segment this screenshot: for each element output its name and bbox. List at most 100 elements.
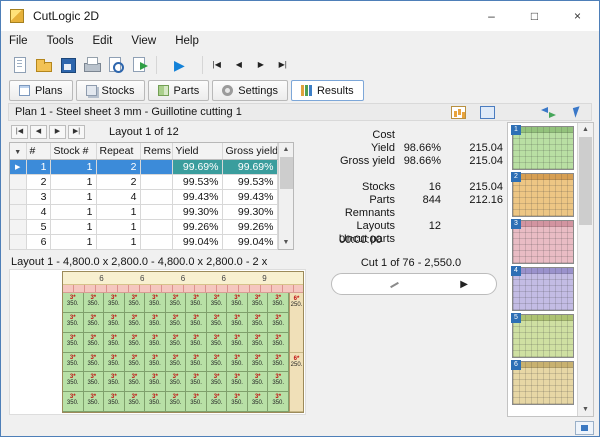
cell-rems[interactable] — [140, 174, 173, 190]
part-cell[interactable]: 3* 350. — [247, 392, 269, 412]
part-cell[interactable]: 3* 350. — [268, 332, 289, 353]
new-button[interactable] — [7, 53, 31, 77]
cell-number[interactable]: 3 — [26, 189, 51, 205]
layout-thumbnail[interactable]: 2 — [511, 172, 574, 217]
scroll-down-icon[interactable]: ▼ — [279, 236, 294, 249]
cell-gross-yield[interactable]: 99.30% — [222, 204, 278, 220]
part-cell[interactable]: 3* 350. — [206, 312, 228, 333]
part-cell[interactable]: 3* 350. — [227, 332, 248, 353]
cell-number[interactable]: 2 — [26, 174, 51, 190]
part-cell[interactable]: 3* 350. — [186, 293, 207, 313]
cell-repeat[interactable]: 1 — [96, 234, 141, 250]
pointer-icon[interactable] — [570, 106, 585, 119]
part-cell[interactable]: 3* 350. — [227, 312, 248, 333]
tab-stocks[interactable]: Stocks — [75, 80, 145, 101]
layout-thumbnail[interactable]: 1 — [511, 125, 574, 170]
part-cell[interactable]: 3* 350. — [145, 392, 166, 412]
part-cell[interactable]: 3* 350. — [145, 293, 166, 313]
run-optimization-button[interactable]: ▶ — [174, 53, 185, 77]
menu-file[interactable]: File — [1, 31, 36, 51]
row-selector-cell[interactable]: ▶ — [10, 159, 27, 175]
part-cell[interactable]: 3* 350. — [206, 372, 228, 393]
cell-rems[interactable] — [140, 204, 173, 220]
menu-edit[interactable]: Edit — [85, 31, 121, 51]
table-row[interactable]: 2 1 2 99.53% 99.53% — [10, 174, 278, 190]
table-row[interactable]: ▶ 1 1 2 99.69% 99.69% — [10, 159, 278, 175]
layout-next-button[interactable]: ▶ — [49, 124, 66, 139]
cell-rems[interactable] — [140, 219, 173, 235]
column-rems[interactable]: Rems — [140, 143, 173, 160]
part-cell[interactable]: 3* 350. — [268, 312, 289, 333]
menu-view[interactable]: View — [123, 31, 164, 51]
edge-cell[interactable]: 6* 250. — [290, 293, 303, 353]
thumbnails-scrollbar[interactable]: ▲ ▼ — [577, 123, 593, 416]
part-cell[interactable]: 3* 350. — [124, 332, 146, 353]
part-cell[interactable]: 3* 350. — [83, 312, 105, 333]
part-cell[interactable]: 3* 350. — [165, 332, 187, 353]
part-cell[interactable]: 3* 350. — [145, 372, 166, 393]
column-number[interactable]: # — [26, 143, 51, 160]
part-cell[interactable]: 3* 350. — [145, 352, 166, 373]
open-button[interactable] — [31, 53, 55, 77]
part-cell[interactable]: 3* 350. — [124, 312, 146, 333]
scroll-up-icon[interactable]: ▲ — [578, 123, 593, 136]
part-cell[interactable]: 3* 350. — [63, 312, 84, 333]
part-cell[interactable]: 3* 350. — [227, 352, 248, 373]
statistics-icon[interactable] — [451, 105, 466, 119]
column-yield[interactable]: Yield — [172, 143, 223, 160]
cell-stock[interactable]: 1 — [50, 234, 97, 250]
cell-yield[interactable]: 99.69% — [172, 159, 223, 175]
part-cell[interactable]: 3* 350. — [145, 312, 166, 333]
row-selector-cell[interactable] — [10, 219, 27, 235]
layout-diagram[interactable]: 66669 3* 350. 3* 350. 3* 350. 3* 350. 3* 350. 3* 35… — [62, 271, 304, 413]
column-repeat[interactable]: Repeat — [96, 143, 141, 160]
row-selector-cell[interactable] — [10, 189, 27, 205]
cell-stock[interactable]: 1 — [50, 189, 97, 205]
layout-thumbnail[interactable]: 3 — [511, 219, 574, 264]
cell-repeat[interactable]: 1 — [96, 219, 141, 235]
cell-gross-yield[interactable]: 99.43% — [222, 189, 278, 205]
nav-next-button[interactable]: ▶ — [252, 56, 270, 74]
part-cell[interactable]: 3* 350. — [104, 392, 125, 412]
part-cell[interactable]: 3* 350. — [186, 372, 207, 393]
tab-results[interactable]: Results — [290, 80, 364, 101]
cell-rems[interactable] — [140, 234, 173, 250]
part-cell[interactable]: 3* 350. — [186, 352, 207, 373]
part-cell[interactable]: 3* 350. — [104, 293, 125, 313]
menu-help[interactable]: Help — [167, 31, 207, 51]
row-selector-cell[interactable] — [10, 234, 27, 250]
cell-repeat[interactable]: 2 — [96, 174, 141, 190]
scrollbar-thumb[interactable] — [579, 137, 592, 225]
part-cell[interactable]: 3* 350. — [83, 352, 105, 373]
part-cell[interactable]: 3* 350. — [227, 392, 248, 412]
maximize-button[interactable]: □ — [513, 1, 556, 31]
column-gross-yield[interactable]: Gross yield — [222, 143, 278, 160]
part-cell[interactable]: 3* 350. — [165, 372, 187, 393]
scroll-up-icon[interactable]: ▲ — [279, 143, 294, 156]
cell-gross-yield[interactable]: 99.53% — [222, 174, 278, 190]
part-cell[interactable]: 3* 350. — [104, 372, 125, 393]
part-cell[interactable]: 3* 350. — [165, 312, 187, 333]
cell-stock[interactable]: 1 — [50, 219, 97, 235]
part-cell[interactable]: 3* 350. — [227, 293, 248, 313]
part-cell[interactable]: 3* 350. — [247, 332, 269, 353]
part-cell[interactable]: 3* 350. — [83, 293, 105, 313]
part-cell[interactable]: 3* 350. — [165, 352, 187, 373]
part-cell[interactable]: 3* 350. — [186, 312, 207, 333]
cell-stock[interactable]: 1 — [50, 159, 97, 175]
layout-thumbnail[interactable]: 5 — [511, 313, 574, 358]
cell-number[interactable]: 6 — [26, 234, 51, 250]
layout-thumbnail[interactable]: 6 — [511, 360, 574, 405]
row-selector-cell[interactable] — [10, 204, 27, 220]
table-row[interactable]: 4 1 1 99.30% 99.30% — [10, 204, 278, 220]
minimize-button[interactable]: – — [470, 1, 513, 31]
cell-rems[interactable] — [140, 159, 173, 175]
part-cell[interactable]: 3* 350. — [247, 352, 269, 373]
save-button[interactable] — [55, 53, 79, 77]
cell-gross-yield[interactable]: 99.26% — [222, 219, 278, 235]
cell-gross-yield[interactable]: 99.04% — [222, 234, 278, 250]
cell-number[interactable]: 5 — [26, 219, 51, 235]
part-cell[interactable]: 3* 350. — [124, 293, 146, 313]
scroll-down-icon[interactable]: ▼ — [578, 403, 593, 416]
part-cell[interactable]: 3* 350. — [268, 392, 289, 412]
